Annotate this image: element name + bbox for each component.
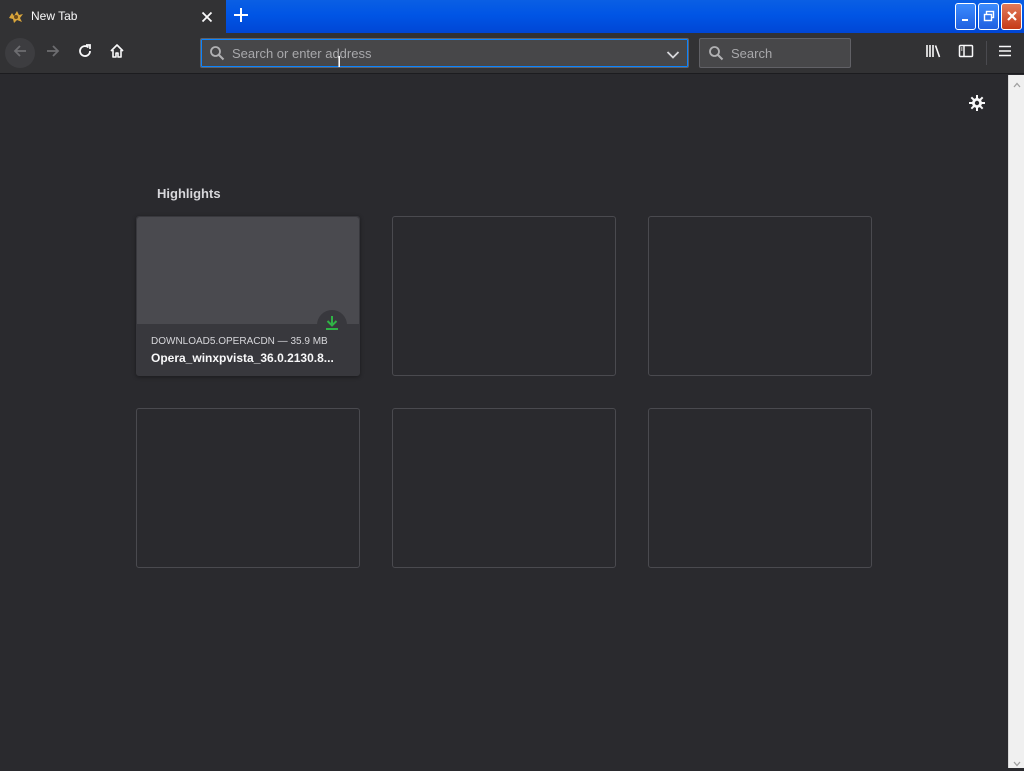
- empty-highlight-slot: [392, 216, 616, 376]
- search-bar[interactable]: [699, 38, 851, 68]
- tab-new-tab[interactable]: New Tab: [0, 0, 226, 33]
- library-button[interactable]: [919, 38, 949, 68]
- hamburger-menu-icon: [997, 43, 1013, 63]
- history-dropdown-button[interactable]: [663, 45, 683, 63]
- forward-button[interactable]: [38, 38, 68, 68]
- empty-highlight-slot: [136, 408, 360, 568]
- navigation-toolbar: [0, 33, 1024, 74]
- tab-close-icon[interactable]: [199, 9, 215, 25]
- download-icon: [324, 315, 340, 335]
- empty-highlight-slot: [648, 216, 872, 376]
- firefox-favicon-icon: [8, 9, 24, 23]
- empty-highlight-slot: [648, 408, 872, 568]
- toolbar-separator: [986, 41, 987, 65]
- back-button[interactable]: [5, 38, 35, 68]
- reload-icon: [77, 43, 93, 63]
- sidebar-button[interactable]: [951, 38, 981, 68]
- sidebar-icon: [958, 43, 974, 63]
- forward-arrow-icon: [45, 43, 61, 63]
- restore-icon: [983, 7, 995, 26]
- reload-button[interactable]: [70, 38, 100, 68]
- title-bar: New Tab: [0, 0, 1024, 33]
- home-icon: [109, 43, 125, 63]
- card-title: Opera_winxpvista_36.0.2130.8...: [151, 351, 334, 365]
- empty-highlight-slot: [392, 408, 616, 568]
- chevron-down-icon: [666, 45, 680, 64]
- search-icon: [708, 45, 724, 65]
- chevron-up-icon: [1013, 73, 1021, 92]
- close-icon: [1006, 7, 1018, 26]
- vertical-scrollbar[interactable]: [1008, 75, 1024, 768]
- gear-icon: [968, 94, 986, 116]
- highlights-title: Highlights: [157, 186, 221, 201]
- highlight-card[interactable]: DOWNLOAD5.OPERACDN — 35.9 MB Opera_winxp…: [136, 216, 360, 376]
- plus-icon: [233, 7, 249, 27]
- minimize-button[interactable]: [955, 3, 976, 30]
- scroll-down-button[interactable]: [1009, 754, 1024, 768]
- text-cursor-icon: I: [337, 53, 342, 71]
- scroll-up-button[interactable]: [1009, 75, 1024, 89]
- library-icon: [925, 43, 943, 63]
- search-input[interactable]: [731, 43, 843, 63]
- new-tab-button[interactable]: [230, 6, 252, 28]
- customize-button[interactable]: [966, 94, 988, 116]
- address-bar[interactable]: [200, 38, 689, 68]
- tab-title: New Tab: [31, 9, 78, 23]
- card-preview-image: [137, 217, 359, 324]
- home-button[interactable]: [102, 38, 132, 68]
- menu-button[interactable]: [990, 38, 1020, 68]
- address-input[interactable]: [232, 43, 652, 63]
- back-arrow-icon: [12, 43, 28, 63]
- card-host: DOWNLOAD5.OPERACDN — 35.9 MB: [151, 336, 328, 347]
- minimize-icon: [961, 7, 971, 26]
- restore-button[interactable]: [978, 3, 999, 30]
- search-icon: [209, 45, 225, 65]
- new-tab-page: Highlights DOWNLOAD5.OPERACDN — 35.9 MB …: [0, 75, 1008, 768]
- window-close-button[interactable]: [1001, 3, 1022, 30]
